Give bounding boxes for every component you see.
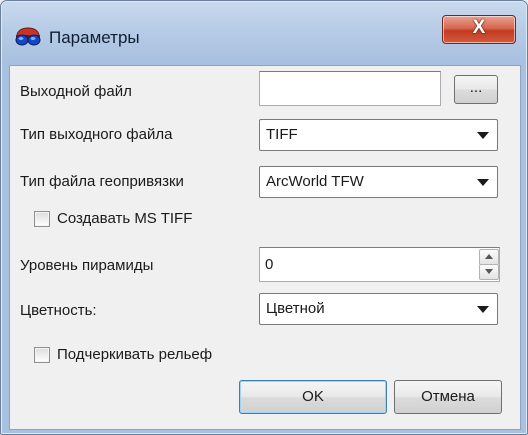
arrow-up-icon [485, 254, 493, 259]
arrow-down-icon [485, 269, 493, 274]
georef-type-value: ArcWorld TFW [266, 173, 364, 190]
window-title: Параметры [49, 28, 140, 47]
color-mode-value: Цветной [266, 300, 325, 317]
browse-button-label: ... [469, 79, 483, 96]
close-button[interactable]: X [442, 15, 516, 44]
ok-button[interactable]: OK [239, 380, 387, 414]
pyramid-level-value: 0 [265, 256, 274, 273]
title-bar[interactable]: Параметры X [1, 1, 527, 65]
output-type-select[interactable]: TIFF [259, 119, 498, 151]
cancel-button[interactable]: Отмена [394, 380, 502, 414]
browse-button[interactable]: ... [454, 75, 498, 104]
output-file-input[interactable] [259, 71, 441, 106]
relief-label[interactable]: Подчеркивать рельеф [57, 346, 212, 363]
dialog-window: Параметры X Выходной файл ... Тип выходн… [0, 0, 528, 435]
chevron-down-icon [477, 179, 489, 186]
ok-button-label: OK [302, 388, 324, 405]
color-mode-label: Цветность: [20, 302, 97, 319]
ms-tiff-label[interactable]: Создавать MS TIFF [57, 210, 192, 227]
cancel-button-label: Отмена [421, 388, 475, 405]
output-type-value: TIFF [266, 126, 298, 143]
3d-glasses-icon [15, 27, 41, 47]
pyramid-level-spinbox[interactable]: 0 [259, 247, 500, 282]
ms-tiff-checkbox[interactable] [34, 211, 50, 227]
chevron-down-icon [477, 132, 489, 139]
chevron-down-icon [477, 306, 489, 313]
close-icon: X [472, 17, 486, 38]
dialog-client-area: Выходной файл ... Тип выходного файла TI… [9, 65, 521, 430]
georef-type-select[interactable]: ArcWorld TFW [259, 166, 498, 198]
color-mode-select[interactable]: Цветной [259, 293, 498, 325]
output-type-label: Тип выходного файла [20, 126, 173, 143]
output-file-label: Выходной файл [20, 83, 132, 100]
spin-down-button[interactable] [479, 264, 499, 280]
relief-checkbox[interactable] [34, 347, 50, 363]
pyramid-level-label: Уровень пирамиды [20, 257, 154, 274]
spin-up-button[interactable] [479, 249, 499, 265]
georef-type-label: Тип файла геопривязки [20, 173, 184, 190]
